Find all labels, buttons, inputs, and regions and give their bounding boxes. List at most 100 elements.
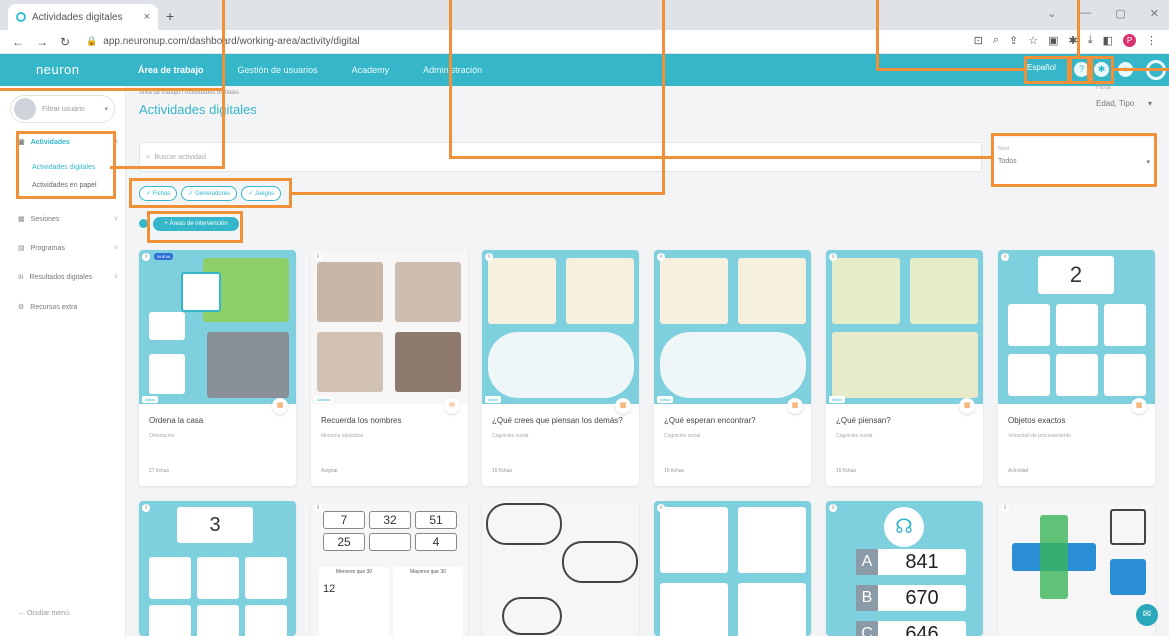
info-icon[interactable]: i <box>657 504 665 512</box>
breadcrumb[interactable]: Área de trabajo / Actividades digitales <box>139 90 239 96</box>
nav-gestion-usuarios[interactable]: Gestión de usuarios <box>238 65 318 75</box>
sidebar-item-label: Programas <box>30 244 65 252</box>
scene-picture <box>660 258 728 324</box>
forward-icon[interactable]: → <box>36 35 48 49</box>
chip-generadores[interactable]: ✓ Generadores <box>181 186 238 201</box>
sidebar-sub-digitales[interactable]: Actividades digitales <box>32 164 95 171</box>
sidebar-item-programas[interactable]: ▤ Programas ˅ <box>18 244 118 253</box>
picked-number: 12 <box>323 583 336 595</box>
info-icon[interactable]: i <box>829 504 837 512</box>
info-icon[interactable]: i <box>314 504 322 512</box>
chip-juegos[interactable]: ✓ Juegos <box>241 186 282 201</box>
sidepanel-icon[interactable]: ◧ <box>1103 34 1113 47</box>
activity-card[interactable]: 3 i <box>139 501 296 636</box>
activity-card[interactable]: i NUEVA Niños ▦ Ordena la casa Orientaci… <box>139 250 296 486</box>
sidebar-sub-papel[interactable]: Actividades en papel <box>32 182 97 189</box>
menu-icon[interactable]: ⋮ <box>1146 34 1157 47</box>
user-avatar[interactable] <box>1146 60 1166 80</box>
envelope-icon[interactable]: ✉ <box>444 398 460 414</box>
info-icon[interactable]: i <box>829 253 837 261</box>
calendar-icon[interactable]: ▦ <box>959 398 975 414</box>
book-icon: ▣ <box>18 139 25 146</box>
install-icon[interactable]: ⊡ <box>974 34 983 47</box>
butterfly-picture <box>1104 304 1146 346</box>
number-box: 4 <box>415 533 457 551</box>
tab-search-icon[interactable]: ⌄ <box>1047 7 1056 20</box>
sidebar-item-sesiones[interactable]: ▦ Sesiones ˅ <box>18 215 118 224</box>
info-icon[interactable]: i <box>142 504 150 512</box>
chat-button[interactable]: ✉ <box>1136 604 1158 626</box>
filter-dropdown[interactable]: Filtrar Edad, Tipo ▾ <box>1096 85 1152 125</box>
profile-avatar[interactable]: P <box>1123 34 1136 47</box>
activity-card[interactable]: i <box>998 501 1155 636</box>
plant-picture <box>245 557 287 599</box>
info-icon[interactable]: i <box>657 253 665 261</box>
help-icon[interactable]: ? <box>1074 62 1089 77</box>
activity-card[interactable]: i Adultos ✉ Recuerda los nombres Memoria… <box>311 250 468 486</box>
reload-icon[interactable]: ↻ <box>60 35 70 49</box>
face-picture <box>317 262 383 322</box>
target-count: 3 <box>177 507 253 543</box>
cube-option-picture <box>1110 509 1146 545</box>
nav-area-de-trabajo[interactable]: Área de trabajo <box>138 65 204 75</box>
close-tab-icon[interactable]: × <box>144 11 150 23</box>
card-subtitle: Cognición social <box>492 433 529 439</box>
calendar-icon[interactable]: ▦ <box>272 398 288 414</box>
share-icon[interactable]: ⇪ <box>1009 34 1018 47</box>
activity-card[interactable]: i <box>654 501 811 636</box>
areas-intervention-button[interactable]: + Áreas de intervención <box>153 217 239 231</box>
extension-icon[interactable]: ▣ <box>1048 34 1058 47</box>
number-box: 7 <box>323 511 365 529</box>
info-icon[interactable]: i <box>1001 253 1009 261</box>
url-field[interactable]: 🔒 app.neuronup.com/dashboard/working-are… <box>86 36 359 47</box>
hide-menu-button[interactable]: ← Ocultar menú <box>18 610 69 617</box>
star-icon[interactable]: ☆ <box>1028 34 1038 47</box>
sidebar-item-recursos[interactable]: ⚙ Recursos extra <box>18 303 118 312</box>
calendar-icon[interactable]: ▦ <box>615 398 631 414</box>
sidebar-item-actividades[interactable]: ▣ Actividades ˄ <box>18 138 118 147</box>
card-footer: Actividad <box>1008 468 1029 474</box>
card-title: Recuerda los nombres <box>321 416 402 425</box>
card-image: 7 32 51 25 4 Menores que 30 12 Mayores q… <box>311 501 468 636</box>
activity-card[interactable] <box>482 501 639 636</box>
info-icon[interactable]: i <box>485 253 493 261</box>
search-input[interactable]: ⌕ Buscar actividad <box>139 142 982 172</box>
activity-card[interactable]: i Niños ▦ ¿Qué crees que piensan los dem… <box>482 250 639 486</box>
puzzle-icon[interactable]: ✱ <box>1069 34 1078 47</box>
close-window-icon[interactable]: ✕ <box>1150 7 1159 20</box>
chip-fichas[interactable]: ✓ Fichas <box>139 186 178 201</box>
neuronup-logo[interactable]: neuron <box>36 62 79 77</box>
areas-toggle-icon[interactable] <box>139 219 148 228</box>
settings-icon[interactable]: ✱ <box>1094 62 1109 77</box>
language-selector[interactable]: Español <box>1027 63 1056 72</box>
sidebar-item-resultados[interactable]: ılı Resultados digitales ˅ <box>18 274 118 281</box>
card-title: Objetos exactos <box>1008 416 1066 425</box>
activity-card[interactable]: i Niños ▦ ¿Qué esperan encontrar? Cognic… <box>654 250 811 486</box>
zoom-icon[interactable]: ⌕ <box>993 34 999 47</box>
download-icon[interactable]: ⤓ <box>1088 34 1093 47</box>
maximize-icon[interactable]: ▢ <box>1115 7 1125 20</box>
activity-card[interactable]: 7 32 51 25 4 Menores que 30 12 Mayores q… <box>311 501 468 636</box>
browser-tab[interactable]: Actividades digitales × <box>8 4 158 30</box>
notifications-icon[interactable]: ● <box>1118 62 1133 77</box>
card-title: Ordena la casa <box>149 416 204 425</box>
activity-card[interactable]: 2 i ▦ Objetos exactos Velocidad de proce… <box>998 250 1155 486</box>
new-tab-button[interactable]: + <box>166 8 174 24</box>
cube-option-picture <box>1110 559 1146 595</box>
info-icon[interactable]: i <box>314 253 322 261</box>
assign-button[interactable]: Asignar <box>321 468 338 474</box>
nav-administracion[interactable]: Administración <box>423 65 482 75</box>
minimize-icon[interactable]: — <box>1080 7 1091 20</box>
calendar-icon[interactable]: ▦ <box>1131 398 1147 414</box>
info-icon[interactable]: i <box>1001 504 1009 512</box>
user-filter[interactable]: Filtrar usuario ▾ <box>10 95 115 123</box>
activity-card[interactable]: i Niños ▦ ¿Qué piensan? Cognición social… <box>826 250 983 486</box>
back-icon[interactable]: ← <box>12 35 24 49</box>
activity-card[interactable]: ☊ A 841 B 670 C 646 i <box>826 501 983 636</box>
level-select[interactable]: Nivel Todos ▾ <box>994 138 1154 184</box>
calendar-icon[interactable]: ▦ <box>787 398 803 414</box>
info-icon[interactable]: i <box>142 253 150 261</box>
plant-picture <box>197 605 239 636</box>
nav-academy[interactable]: Academy <box>352 65 390 75</box>
card-image <box>654 501 811 636</box>
